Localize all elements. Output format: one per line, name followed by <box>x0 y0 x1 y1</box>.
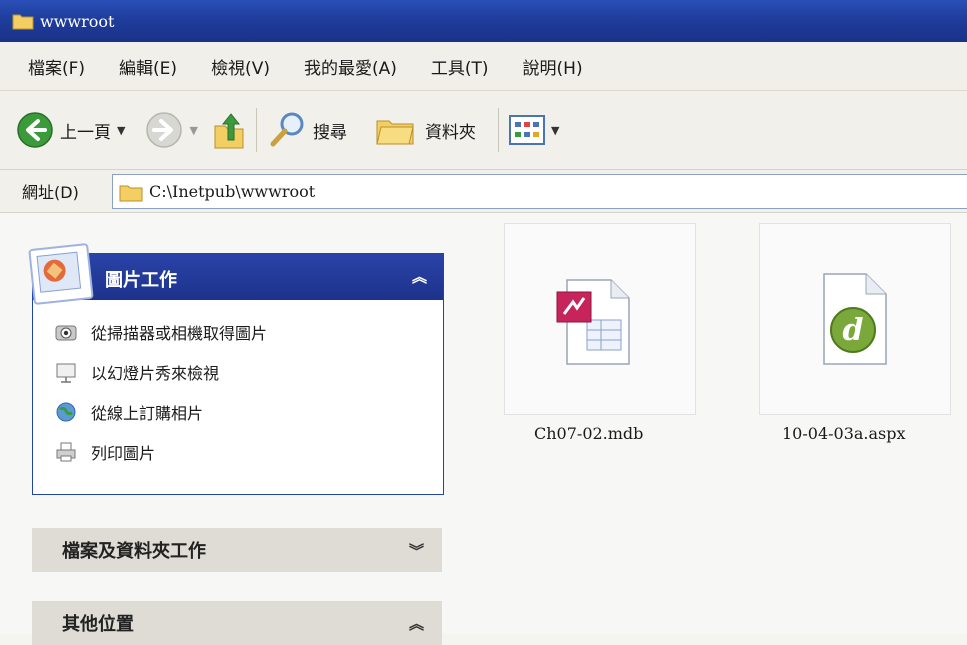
folders-label: 資料夾 <box>424 122 476 143</box>
back-arrow-icon <box>17 112 53 148</box>
forward-dropdown-icon[interactable]: ▼ <box>189 124 197 137</box>
task-label: 從掃描器或相機取得圖片 <box>91 324 268 343</box>
task-label: 以幻燈片秀來檢視 <box>91 364 220 383</box>
access-database-icon <box>556 279 630 365</box>
camera-icon <box>55 325 77 341</box>
menu-edit[interactable]: 編輯(E) <box>119 54 177 79</box>
toolbar: 上一頁 ▼ ▼ 搜尋 資料夾 ▼ <box>0 91 967 170</box>
task-slideshow[interactable]: 以幻燈片秀來檢視 <box>55 360 219 384</box>
slideshow-icon <box>56 363 76 383</box>
address-path: C:\Inetpub\wwwroot <box>149 182 316 201</box>
file-name[interactable]: Ch07-02.mdb <box>534 424 643 443</box>
task-scanner-camera[interactable]: 從掃描器或相機取得圖片 <box>55 320 267 344</box>
task-print-pictures[interactable]: 列印圖片 <box>55 440 155 464</box>
picture-tasks-icon <box>28 243 94 305</box>
window-title: wwwroot <box>40 11 115 31</box>
collapse-icon[interactable]: ︽ <box>412 266 427 287</box>
file-folder-tasks-panel[interactable]: 檔案及資料夾工作 ︾ <box>32 528 442 572</box>
picture-tasks-header[interactable]: 圖片工作 ︽ <box>33 254 443 300</box>
search-label: 搜尋 <box>312 122 347 143</box>
address-input[interactable]: C:\Inetpub\wwwroot <box>112 174 967 209</box>
task-order-prints[interactable]: 從線上訂購相片 <box>55 400 203 424</box>
aspx-file-icon: d <box>823 273 887 365</box>
globe-icon <box>56 402 76 422</box>
menu-help[interactable]: 說明(H) <box>523 54 583 79</box>
printer-icon <box>56 442 76 462</box>
menu-favorites[interactable]: 我的最愛(A) <box>304 54 397 79</box>
up-folder-button[interactable] <box>212 110 246 150</box>
menu-view[interactable]: 檢視(V) <box>211 54 270 79</box>
address-bar: 網址(D) C:\Inetpub\wwwroot <box>0 170 967 213</box>
content-area: 圖片工作 ︽ 從掃描器或相機取得圖片 以幻燈片秀來檢視 從線上訂購相片 列印圖片… <box>0 213 967 645</box>
menu-file[interactable]: 檔案(F) <box>28 54 85 79</box>
picture-tasks-panel: 圖片工作 ︽ 從掃描器或相機取得圖片 以幻燈片秀來檢視 從線上訂購相片 列印圖片 <box>28 243 444 495</box>
folder-icon <box>12 14 34 30</box>
file-name[interactable]: 10-04-03a.aspx <box>782 424 906 443</box>
toolbar-separator <box>255 108 257 152</box>
search-icon <box>270 112 304 147</box>
other-places-title: 其他位置 <box>62 614 134 635</box>
back-dropdown-icon[interactable]: ▼ <box>117 124 125 137</box>
title-bar: wwwroot <box>0 0 967 42</box>
toolbar-separator <box>497 108 499 152</box>
address-label: 網址(D) <box>22 183 79 202</box>
picture-tasks-title: 圖片工作 <box>105 270 177 291</box>
svg-text:d: d <box>843 313 864 348</box>
collapse-icon[interactable]: ︽ <box>409 613 424 634</box>
views-button[interactable]: ▼ <box>508 115 559 145</box>
views-icon <box>508 115 545 145</box>
expand-icon[interactable]: ︾ <box>409 540 424 561</box>
back-button[interactable]: 上一頁 ▼ <box>16 111 125 149</box>
up-folder-icon <box>214 113 244 149</box>
folders-button[interactable]: 資料夾 <box>375 113 476 147</box>
task-label: 列印圖片 <box>91 444 156 463</box>
forward-arrow-icon <box>146 112 183 148</box>
menu-tools[interactable]: 工具(T) <box>431 54 489 79</box>
file-tile-aspx[interactable]: d <box>759 223 951 415</box>
other-places-panel[interactable]: 其他位置 ︽ <box>32 601 442 645</box>
file-tile-mdb[interactable] <box>504 223 696 415</box>
forward-button[interactable]: ▼ <box>145 111 198 149</box>
folder-icon <box>119 185 143 201</box>
file-folder-tasks-title: 檔案及資料夾工作 <box>62 541 206 562</box>
task-label: 從線上訂購相片 <box>91 404 204 423</box>
search-button[interactable]: 搜尋 <box>267 110 347 150</box>
folders-icon <box>376 120 414 145</box>
menu-bar: 檔案(F) 編輯(E) 檢視(V) 我的最愛(A) 工具(T) 說明(H) <box>0 42 967 91</box>
back-label: 上一頁 <box>60 122 111 143</box>
views-dropdown-icon[interactable]: ▼ <box>551 124 559 137</box>
